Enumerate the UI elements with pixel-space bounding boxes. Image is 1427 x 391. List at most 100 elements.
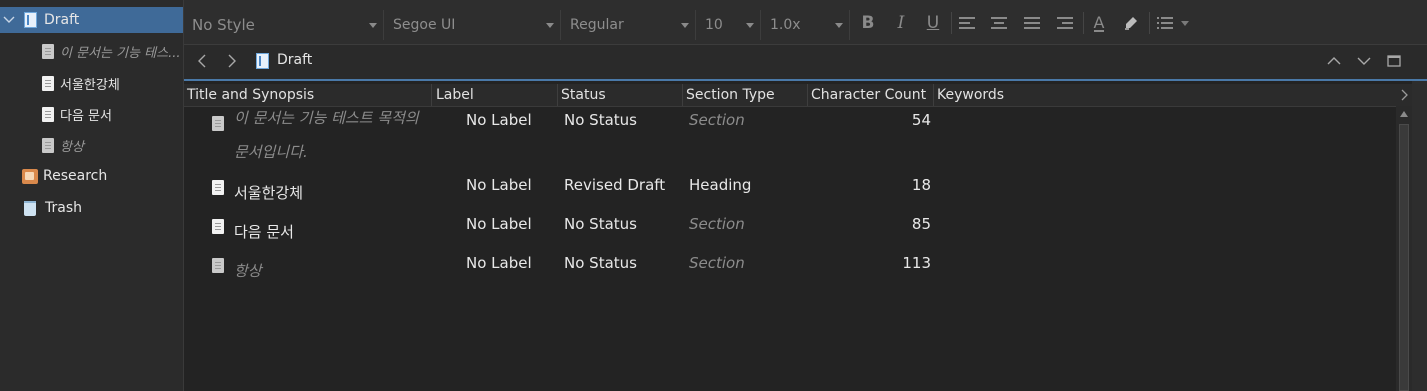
binder-item-trash[interactable]: Trash (24, 195, 183, 221)
row-character-count: 113 (902, 254, 931, 272)
document-icon (42, 75, 54, 91)
binder-sidebar: Draft 이 문서는 기능 테스... 서울한강체 다음 문서 항상 Rese… (0, 0, 184, 391)
trash-icon (24, 200, 36, 216)
list-style-button[interactable] (1153, 10, 1193, 36)
chevron-down-icon (1181, 20, 1189, 26)
row-label: No Label (466, 111, 532, 129)
align-center-icon (991, 17, 1007, 29)
row-section-type: Section (689, 254, 745, 272)
binder-item-research[interactable]: Research (22, 163, 183, 189)
highlight-button[interactable] (1119, 10, 1143, 36)
maximize-icon (1387, 55, 1401, 67)
chevron-down-icon (546, 22, 554, 28)
scroll-up-arrow-icon[interactable] (1400, 111, 1408, 117)
toolbar-divider (1083, 12, 1084, 34)
underline-icon: U (926, 13, 940, 33)
font-dropdown[interactable]: Segoe UI (385, 10, 561, 40)
vertical-scrollbar[interactable] (1396, 106, 1412, 391)
chevron-right-icon (1401, 89, 1408, 101)
line-spacing-dropdown[interactable]: 1.0x (762, 10, 850, 40)
binder-item-doc[interactable]: 다음 문서 (42, 101, 183, 127)
binder-item-label: Research (43, 168, 108, 184)
draft-folder-icon (24, 12, 37, 28)
binder-item-doc[interactable]: 항상 (42, 132, 183, 158)
editor-title: Draft (277, 52, 313, 68)
row-status: No Status (564, 111, 637, 129)
binder-item-label: 항상 (60, 139, 84, 155)
bold-icon: B (861, 13, 875, 33)
row-section-type: Section (689, 111, 745, 129)
bulleted-list-icon (1157, 17, 1173, 29)
outliner-view: Title and Synopsis Label Status Section … (184, 81, 1427, 391)
column-header-label[interactable]: Label (433, 84, 558, 106)
align-right-button[interactable] (1053, 10, 1077, 36)
font-value: Segoe UI (393, 17, 456, 33)
text-color-icon: A (1093, 12, 1105, 32)
outliner-row[interactable]: 서울한강체 No Label Revised Draft Heading 18 (184, 174, 1394, 204)
row-title: 서울한강체 (234, 184, 304, 202)
text-color-button[interactable]: A (1087, 10, 1111, 36)
row-character-count: 54 (911, 111, 931, 129)
align-right-icon (1057, 17, 1073, 29)
row-title: 항상 (234, 262, 262, 280)
split-editor-button[interactable] (1386, 53, 1402, 69)
chevron-right-icon (228, 54, 236, 68)
toolbar-divider (1149, 12, 1150, 34)
style-value: No Style (192, 16, 255, 34)
row-section-type: Section (689, 215, 745, 233)
align-left-button[interactable] (955, 10, 979, 36)
binder-item-label: 서울한강체 (60, 77, 120, 93)
back-button[interactable] (194, 53, 210, 69)
binder-item-draft[interactable]: Draft (0, 7, 183, 33)
row-status: Revised Draft (564, 176, 666, 194)
binder-item-label: Trash (45, 200, 82, 216)
align-justify-icon (1024, 17, 1040, 29)
outliner-row[interactable]: 다음 문서 No Label No Status Section 85 (184, 213, 1394, 243)
style-dropdown[interactable]: No Style (184, 10, 384, 40)
underline-button[interactable]: U (921, 10, 945, 36)
align-left-icon (959, 17, 975, 29)
chevron-down-icon (1357, 57, 1371, 65)
document-icon (42, 106, 54, 122)
column-header-status[interactable]: Status (558, 84, 683, 106)
outliner-row[interactable]: 이 문서는 기능 테스트 목적의 문서입니다. No Label No Stat… (184, 109, 1394, 169)
italic-button[interactable]: I (889, 10, 913, 36)
format-toolbar: No Style Segoe UI Regular 10 1.0x B I U (184, 0, 1427, 45)
binder-item-label: Draft (44, 12, 80, 28)
row-status: No Status (564, 215, 637, 233)
column-header-section-type[interactable]: Section Type (683, 84, 808, 106)
binder-item-label: 이 문서는 기능 테스... (60, 45, 181, 61)
outliner-row[interactable]: 항상 No Label No Status Section 113 (184, 252, 1394, 282)
previous-document-button[interactable] (1326, 53, 1342, 69)
research-folder-icon (22, 168, 38, 184)
column-header-character-count[interactable]: Character Count (808, 84, 934, 106)
scrollbar-thumb[interactable] (1399, 124, 1409, 391)
font-weight-dropdown[interactable]: Regular (562, 10, 696, 40)
align-center-button[interactable] (987, 10, 1011, 36)
chevron-left-icon (198, 54, 206, 68)
highlighter-icon (1125, 17, 1137, 30)
draft-folder-icon (256, 53, 269, 69)
document-icon (42, 137, 54, 153)
next-document-button[interactable] (1356, 53, 1372, 69)
row-title: 다음 문서 (234, 223, 294, 241)
row-character-count: 18 (911, 176, 931, 194)
line-spacing-value: 1.0x (770, 17, 801, 33)
forward-button[interactable] (224, 53, 240, 69)
column-header-keywords[interactable]: Keywords (934, 84, 1396, 106)
binder-item-doc[interactable]: 서울한강체 (42, 70, 183, 96)
row-section-type: Heading (689, 176, 752, 194)
chevron-down-icon (835, 22, 843, 28)
row-label: No Label (466, 215, 532, 233)
bold-button[interactable]: B (856, 10, 880, 36)
font-size-dropdown[interactable]: 10 (697, 10, 761, 40)
row-character-count: 85 (911, 215, 931, 233)
align-justify-button[interactable] (1020, 10, 1044, 36)
chevron-down-icon[interactable] (2, 13, 16, 27)
toolbar-divider (951, 12, 952, 34)
row-label: No Label (466, 254, 532, 272)
chevron-down-icon (369, 22, 377, 28)
column-scroll-button[interactable] (1396, 84, 1412, 106)
binder-item-label: 다음 문서 (60, 108, 112, 124)
binder-item-doc[interactable]: 이 문서는 기능 테스... (42, 38, 183, 64)
